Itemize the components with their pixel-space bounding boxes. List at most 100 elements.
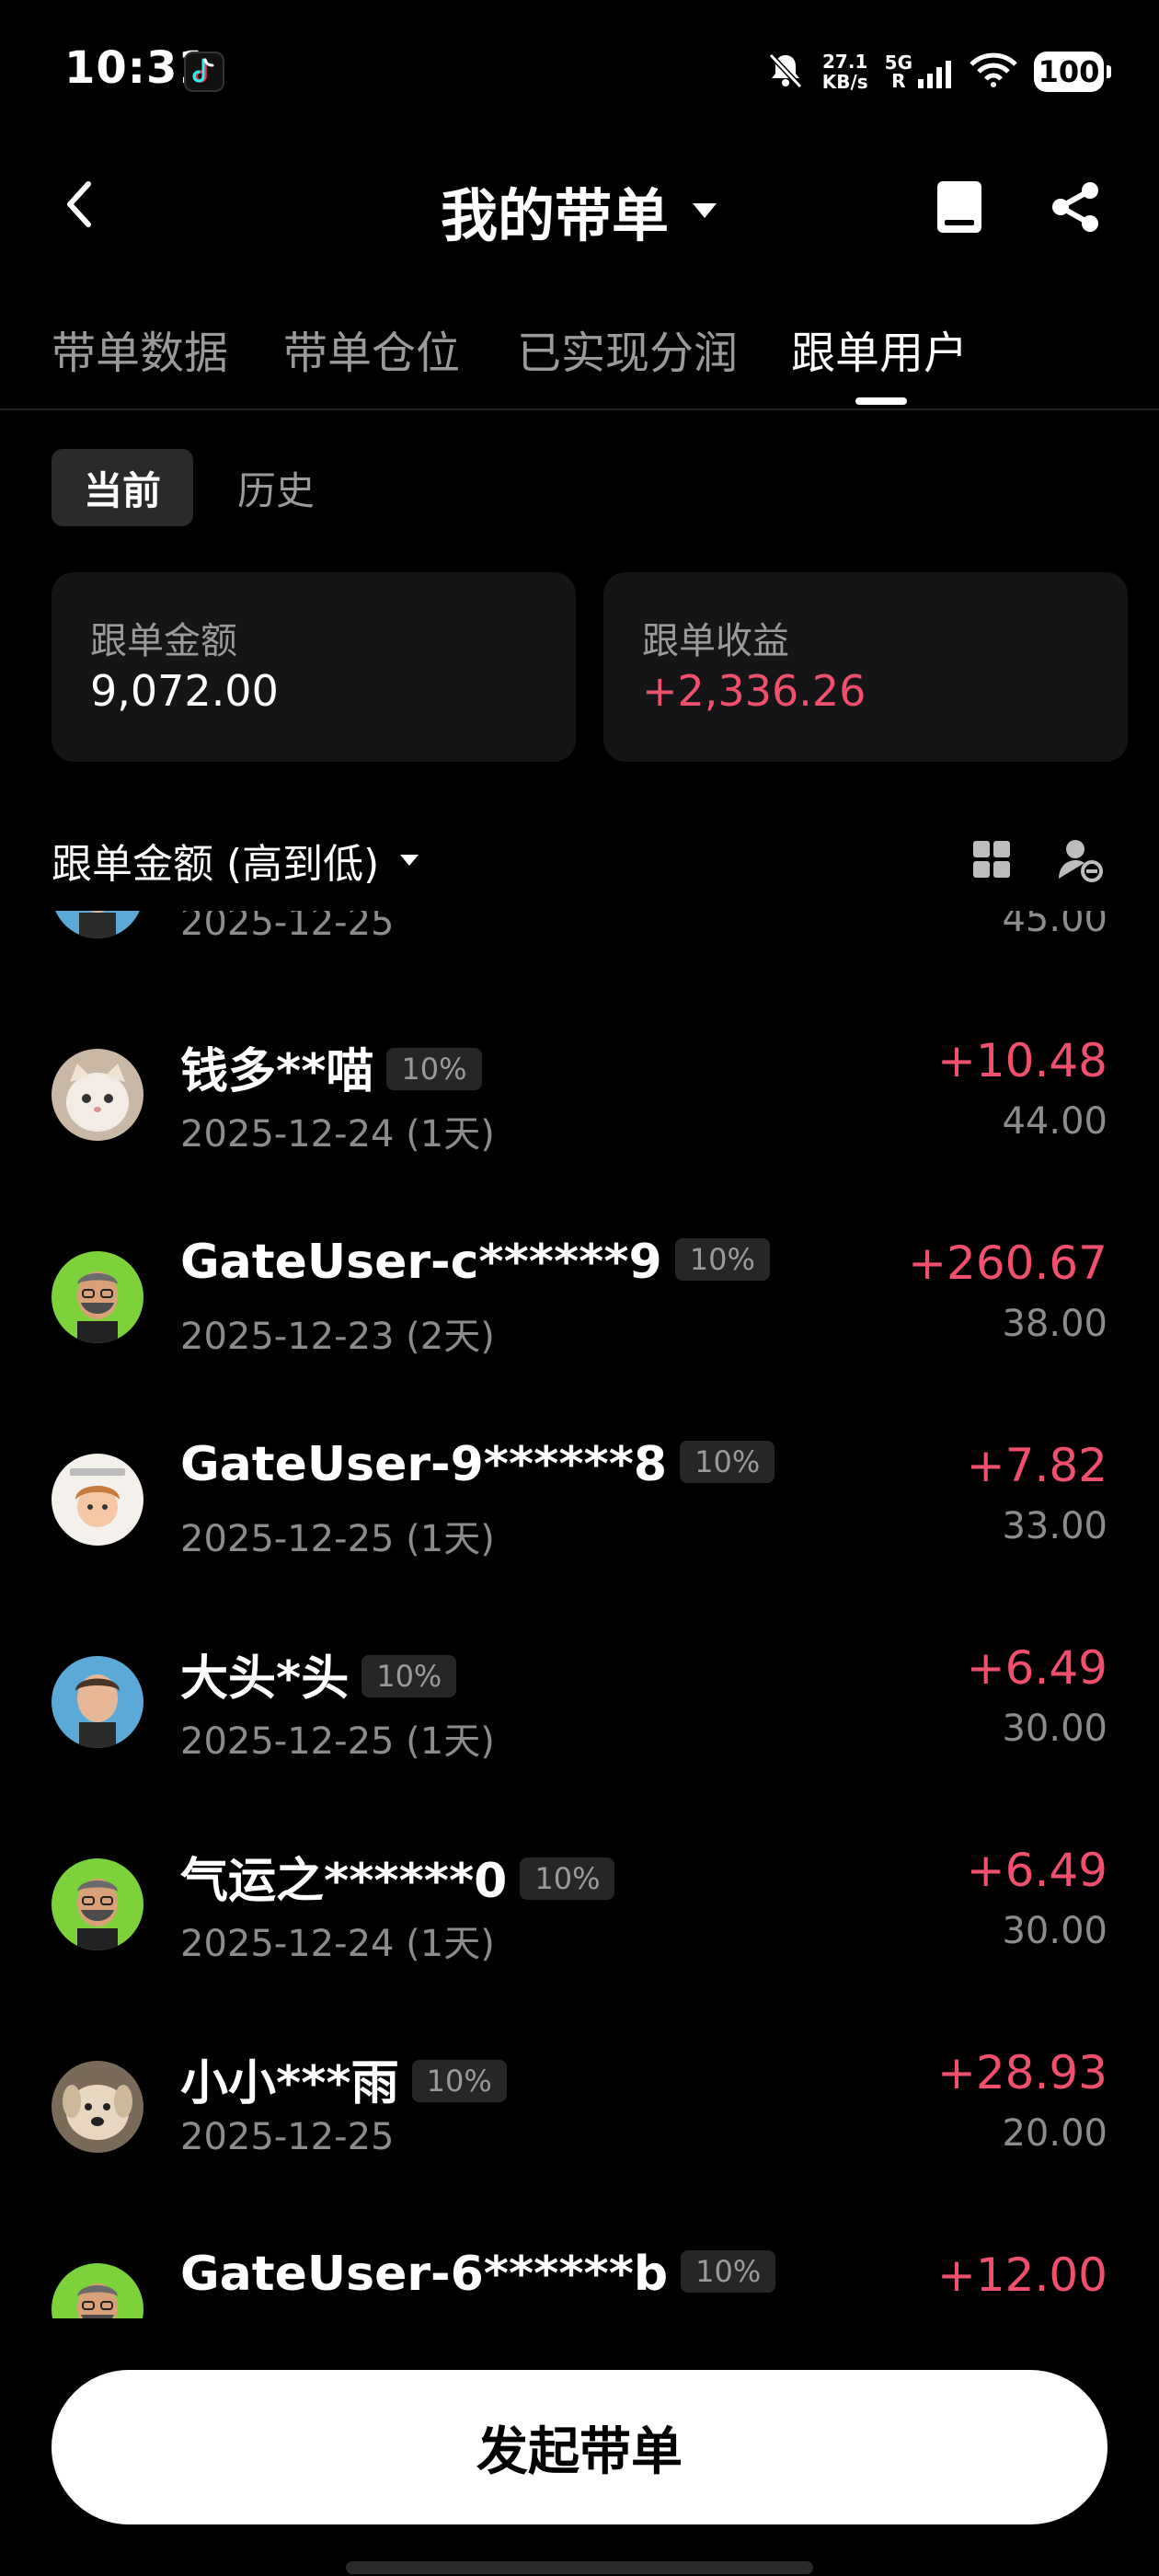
avatar <box>52 2263 143 2318</box>
battery-indicator: 100 <box>1034 52 1111 92</box>
follower-name-text: 大头*头 <box>180 1651 350 1707</box>
follow-date: 2025-12-25 (1天) <box>180 1720 495 1763</box>
signal-bars-icon <box>918 61 951 88</box>
follow-date: 2025-12-24 (1天) <box>180 1113 495 1156</box>
caret-down-icon <box>400 855 419 866</box>
avatar <box>52 1858 143 1950</box>
network-speed-value: 27.1 <box>822 51 868 73</box>
copy-amount-value: 9,072.00 <box>90 666 279 716</box>
follow-date: 2025-12-23 (2天) <box>180 1316 495 1358</box>
home-indicator <box>346 2561 813 2574</box>
tab-copy-data[interactable]: 带单数据 <box>52 316 228 381</box>
follower-row[interactable]: 小小***雨 10% 2025-12-25 +28.93 20.00 <box>0 2042 1159 2245</box>
avatar <box>52 2061 143 2153</box>
sort-dropdown[interactable]: 跟单金额 (高到低) <box>52 828 419 892</box>
start-copy-trading-button[interactable]: 发起带单 <box>52 2370 1107 2524</box>
caret-down-icon <box>693 203 717 218</box>
status-bar: 10:31 27.1 KB/s 5G R 100 <box>0 0 1159 138</box>
follower-profit: +6.49 <box>966 1844 1107 1897</box>
profit-share-ratio-badge: 10% <box>674 1238 770 1281</box>
follower-row[interactable]: 大头*头 10% 2025-12-25 (1天) +6.49 30.00 <box>0 1638 1159 1840</box>
follower-row[interactable]: GateUser-6******b10%2025-12-25+12.0020.0… <box>0 2245 1159 2318</box>
follower-row[interactable]: GateUser-9******710%2025-12-25+1.4045.00 <box>0 911 1159 1030</box>
follower-row[interactable]: GateUser-c******9 10% 2025-12-23 (2天) +260.… <box>0 1233 1159 1435</box>
follower-profit: +260.67 <box>908 1236 1107 1290</box>
follow-date: 2025-12-24 (1天) <box>180 1923 495 1965</box>
avatar <box>52 1049 143 1141</box>
follower-name-text: GateUser-c******9 <box>180 1235 662 1290</box>
mute-bell-icon <box>765 50 806 94</box>
follower-row[interactable]: 气运之******0 10% 2025-12-24 (1天) +6.49 30.00 <box>0 1840 1159 2042</box>
tab-followers[interactable]: 跟单用户 <box>791 316 968 381</box>
segment-history[interactable]: 历史 <box>221 449 331 526</box>
tab-copy-positions[interactable]: 带单仓位 <box>283 316 460 381</box>
follower-list[interactable]: GateUser-9******710%2025-12-25+1.4045.00… <box>0 911 1159 2318</box>
follower-row[interactable]: 钱多**喵 10% 2025-12-24 (1天) +10.48 44.00 <box>0 1030 1159 1233</box>
follower-profit: +10.48 <box>936 1034 1107 1087</box>
follower-name: GateUser-9******8 10% <box>180 1437 775 1492</box>
remove-follower-button[interactable] <box>1052 832 1107 887</box>
avatar <box>52 1656 143 1748</box>
follower-profit: +6.49 <box>966 1641 1107 1695</box>
follow-date: 2025-12-25 <box>180 911 395 944</box>
sort-label: 跟单金额 (高到低) <box>52 841 380 888</box>
follower-name: 钱多**喵 10% <box>180 1032 482 1101</box>
follower-amount: 30.00 <box>1002 1910 1107 1952</box>
avatar <box>52 1454 143 1546</box>
profit-share-ratio-badge: 10% <box>361 1655 457 1697</box>
segment-current[interactable]: 当前 <box>52 449 193 526</box>
summary-card-amount: 跟单金额 9,072.00 <box>52 572 576 762</box>
avatar <box>52 911 143 938</box>
grid-icon <box>973 841 1010 878</box>
follower-name: GateUser-c******9 10% <box>180 1235 770 1290</box>
follower-name-text: 小小***雨 <box>180 2056 399 2111</box>
follower-amount: 30.00 <box>1002 1708 1107 1750</box>
follower-amount: 33.00 <box>1002 1505 1107 1547</box>
follower-name: GateUser-6******b 10% <box>180 2247 776 2302</box>
page-title: 我的带单 <box>440 182 669 249</box>
follower-profit: +28.93 <box>936 2046 1107 2099</box>
follower-row[interactable]: GateUser-9******8 10% 2025-12-25 (1天) +7.82… <box>0 1435 1159 1638</box>
share-button[interactable] <box>1043 175 1107 239</box>
user-remove-icon <box>1059 840 1103 882</box>
network-roaming: R <box>891 70 906 92</box>
profit-share-ratio-badge: 10% <box>681 2250 776 2293</box>
app-header: 我的带单 <box>0 156 1159 258</box>
tab-realized-profit-share[interactable]: 已实现分润 <box>517 316 738 381</box>
follower-name-text: GateUser-9******8 <box>180 1437 668 1492</box>
summary-card-profit: 跟单收益 +2,336.26 <box>603 572 1128 762</box>
tab-bar: 带单数据 带单仓位 已实现分润 跟单用户 <box>0 304 1159 410</box>
profit-share-ratio-badge: 10% <box>386 1048 482 1090</box>
network-speed-unit: KB/s <box>821 71 868 93</box>
follower-name-text: 气运之******0 <box>180 1854 508 1909</box>
profit-share-ratio-badge: 10% <box>520 1857 615 1900</box>
network-type: 5G <box>884 52 912 74</box>
follower-amount: 44.00 <box>1002 1100 1107 1143</box>
book-button[interactable] <box>927 175 992 239</box>
book-icon <box>937 181 981 233</box>
follower-name-text: 钱多**喵 <box>180 1044 374 1099</box>
follower-amount: 20.00 <box>1002 2112 1107 2155</box>
grid-view-button[interactable] <box>964 832 1019 887</box>
follow-date: 2025-12-25 <box>180 2116 395 2158</box>
follower-amount: 45.00 <box>1002 911 1107 940</box>
network-speed: 27.1 KB/s <box>822 52 868 92</box>
profit-share-ratio-badge: 10% <box>680 1441 775 1483</box>
profit-share-ratio-badge: 10% <box>411 2060 507 2102</box>
bottom-bar: 发起带单 <box>0 2318 1159 2576</box>
avatar <box>52 1251 143 1343</box>
follower-profit: +12.00 <box>936 2248 1107 2302</box>
wifi-icon <box>970 52 1017 92</box>
share-icon <box>1052 182 1098 232</box>
follower-name: 气运之******0 10% <box>180 1842 615 1911</box>
follower-name: 大头*头 10% <box>180 1639 457 1708</box>
cellular-signal: 5G R <box>885 53 953 90</box>
copy-amount-label: 跟单金额 <box>90 620 237 662</box>
copy-profit-value: +2,336.26 <box>642 666 866 716</box>
active-tab-indicator <box>855 397 907 405</box>
follower-name-text: GateUser-6******b <box>180 2247 669 2302</box>
tiktok-notification-icon <box>184 52 224 92</box>
follower-amount: 38.00 <box>1002 1303 1107 1345</box>
follow-date: 2025-12-25 (1天) <box>180 1518 495 1560</box>
copy-profit-label: 跟单收益 <box>642 620 789 662</box>
